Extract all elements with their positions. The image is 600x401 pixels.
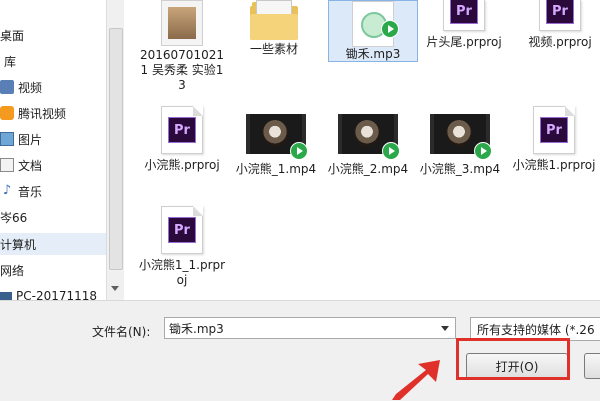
file-item[interactable]: Pr 片头尾.prproj [420, 0, 508, 50]
nav-item-computer[interactable]: 计算机 [0, 233, 108, 255]
file-name: 小浣熊_3.mp4 [419, 162, 501, 176]
nav-item-label: 文档 [18, 158, 43, 173]
file-name: 视频.prproj [528, 35, 592, 49]
video-folder-icon [0, 80, 14, 94]
premiere-project-icon: Pr [161, 106, 203, 154]
file-name: 小浣熊.prproj [144, 158, 220, 172]
file-type-value: 所有支持的媒体 (*.26 [477, 322, 595, 337]
documents-icon [0, 158, 14, 172]
pc-icon [0, 291, 12, 300]
file-name: 小浣熊_1.mp4 [235, 162, 317, 176]
nav-item-pictures[interactable]: 图片 [0, 128, 108, 150]
nav-item-label: 库 [4, 54, 17, 69]
filename-input[interactable]: 锄禾.mp3 [164, 317, 456, 339]
nav-item-documents[interactable]: 文档 [0, 154, 108, 176]
audio-file-icon [352, 1, 399, 47]
nav-item-network[interactable]: 网络 [0, 259, 108, 281]
folder-icon [250, 0, 298, 40]
file-item[interactable]: 一些素材 [230, 0, 318, 57]
arrow-annotation-icon [392, 360, 440, 400]
nav-item-label: 视频 [18, 80, 43, 95]
file-item[interactable]: 小浣熊_1.mp4 [232, 110, 320, 177]
scroll-down-arrow-icon[interactable] [111, 286, 119, 291]
file-item-selected[interactable]: 锄禾.mp3 [328, 0, 418, 62]
filename-value: 锄禾.mp3 [169, 321, 224, 336]
tencent-video-icon [0, 106, 14, 120]
premiere-project-icon: Pr [443, 0, 485, 31]
highlight-box [456, 338, 570, 380]
music-icon: ♪ [2, 183, 12, 198]
file-item[interactable]: 小浣熊_2.mp4 [324, 110, 412, 177]
filename-label: 文件名(N): [92, 325, 151, 339]
project-thumbnail-icon [161, 0, 203, 46]
pictures-icon [0, 132, 14, 146]
nav-item-label: 桌面 [0, 28, 25, 43]
nav-item-user[interactable]: 岑66 [0, 206, 108, 228]
nav-item-pc[interactable]: PC-20171118 [0, 285, 108, 300]
nav-item-tencent-video[interactable]: 腾讯视频 [0, 102, 108, 124]
premiere-project-icon: Pr [539, 0, 581, 31]
file-item[interactable]: Pr 小浣熊1_1.prproj [138, 206, 226, 288]
file-item[interactable]: Pr 小浣熊1.prproj [510, 106, 598, 173]
cancel-button[interactable] [584, 353, 600, 379]
file-name: 小浣熊1_1.prproj [138, 258, 226, 287]
nav-scrollbar-thumb[interactable] [109, 28, 123, 270]
file-grid: 201607010211 吴秀柔 实验13 一些素材 锄禾.mp3 Pr 片头尾… [124, 0, 600, 300]
nav-item-label: 网络 [0, 263, 25, 278]
file-item[interactable]: Pr 小浣熊.prproj [138, 106, 226, 173]
video-thumbnail-icon [430, 114, 492, 160]
nav-item-label: 音乐 [18, 184, 43, 199]
nav-item-label: 腾讯视频 [18, 106, 67, 121]
file-name: 小浣熊_2.mp4 [327, 162, 409, 176]
navigation-pane: 桌面 库 视频 腾讯视频 图片 文档 ♪ 音乐 岑66 计算机 网络 PC-20… [0, 0, 108, 300]
chevron-down-icon[interactable] [441, 326, 449, 331]
premiere-project-icon: Pr [161, 206, 203, 254]
nav-scrollbar[interactable] [106, 0, 124, 300]
nav-item-label: PC-20171118 [16, 289, 98, 300]
file-name: 锄禾.mp3 [345, 47, 401, 61]
premiere-project-icon: Pr [533, 106, 575, 154]
nav-item-label: 计算机 [0, 237, 37, 252]
file-name: 小浣熊1.prproj [512, 158, 596, 172]
file-item[interactable]: 201607010211 吴秀柔 实验13 [138, 0, 226, 93]
nav-item-music[interactable]: ♪ 音乐 [0, 180, 108, 202]
file-name: 一些素材 [249, 42, 298, 56]
nav-item-library[interactable]: 库 [4, 50, 108, 72]
nav-item-video[interactable]: 视频 [0, 76, 108, 98]
nav-item-label: 图片 [18, 132, 43, 147]
file-name: 片头尾.prproj [426, 35, 502, 49]
video-thumbnail-icon [246, 114, 308, 160]
nav-item-desktop[interactable]: 桌面 [0, 24, 108, 46]
file-item[interactable]: 小浣熊_3.mp4 [416, 110, 504, 177]
file-item[interactable]: Pr 视频.prproj [516, 0, 600, 50]
nav-item-label: 岑66 [0, 210, 28, 225]
file-name: 201607010211 吴秀柔 实验13 [140, 48, 224, 92]
video-thumbnail-icon [338, 114, 400, 160]
